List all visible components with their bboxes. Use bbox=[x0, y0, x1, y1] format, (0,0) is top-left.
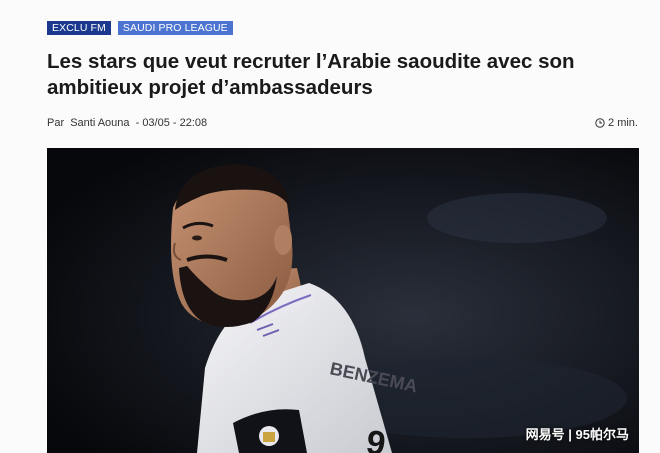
hero-image[interactable]: BENZEMA 9 网易号 | 95帕尔马 bbox=[47, 148, 639, 453]
author-link[interactable]: Santi Aouna bbox=[70, 117, 129, 129]
tag-exclu-fm[interactable]: EXCLU FM bbox=[47, 21, 111, 35]
article-page: EXCLU FM SAUDI PRO LEAGUE Les stars que … bbox=[0, 0, 660, 453]
article-byline: Par Santi Aouna - 03/05 - 22:08 bbox=[47, 117, 207, 129]
tag-saudi-pro-league[interactable]: SAUDI PRO LEAGUE bbox=[117, 21, 233, 35]
tag-list: EXCLU FM SAUDI PRO LEAGUE bbox=[47, 21, 233, 35]
article-title: Les stars que veut recruter l’Arabie sao… bbox=[47, 50, 575, 99]
read-time-label: 2 min. bbox=[608, 117, 638, 129]
hero-illustration: BENZEMA 9 bbox=[47, 148, 639, 453]
watermark: 网易号 | 95帕尔马 bbox=[525, 427, 629, 442]
clock-icon bbox=[595, 118, 605, 128]
publish-date: - 03/05 - 22:08 bbox=[135, 117, 208, 129]
byline-prefix: Par bbox=[47, 117, 65, 129]
read-time: 2 min. bbox=[595, 117, 638, 129]
